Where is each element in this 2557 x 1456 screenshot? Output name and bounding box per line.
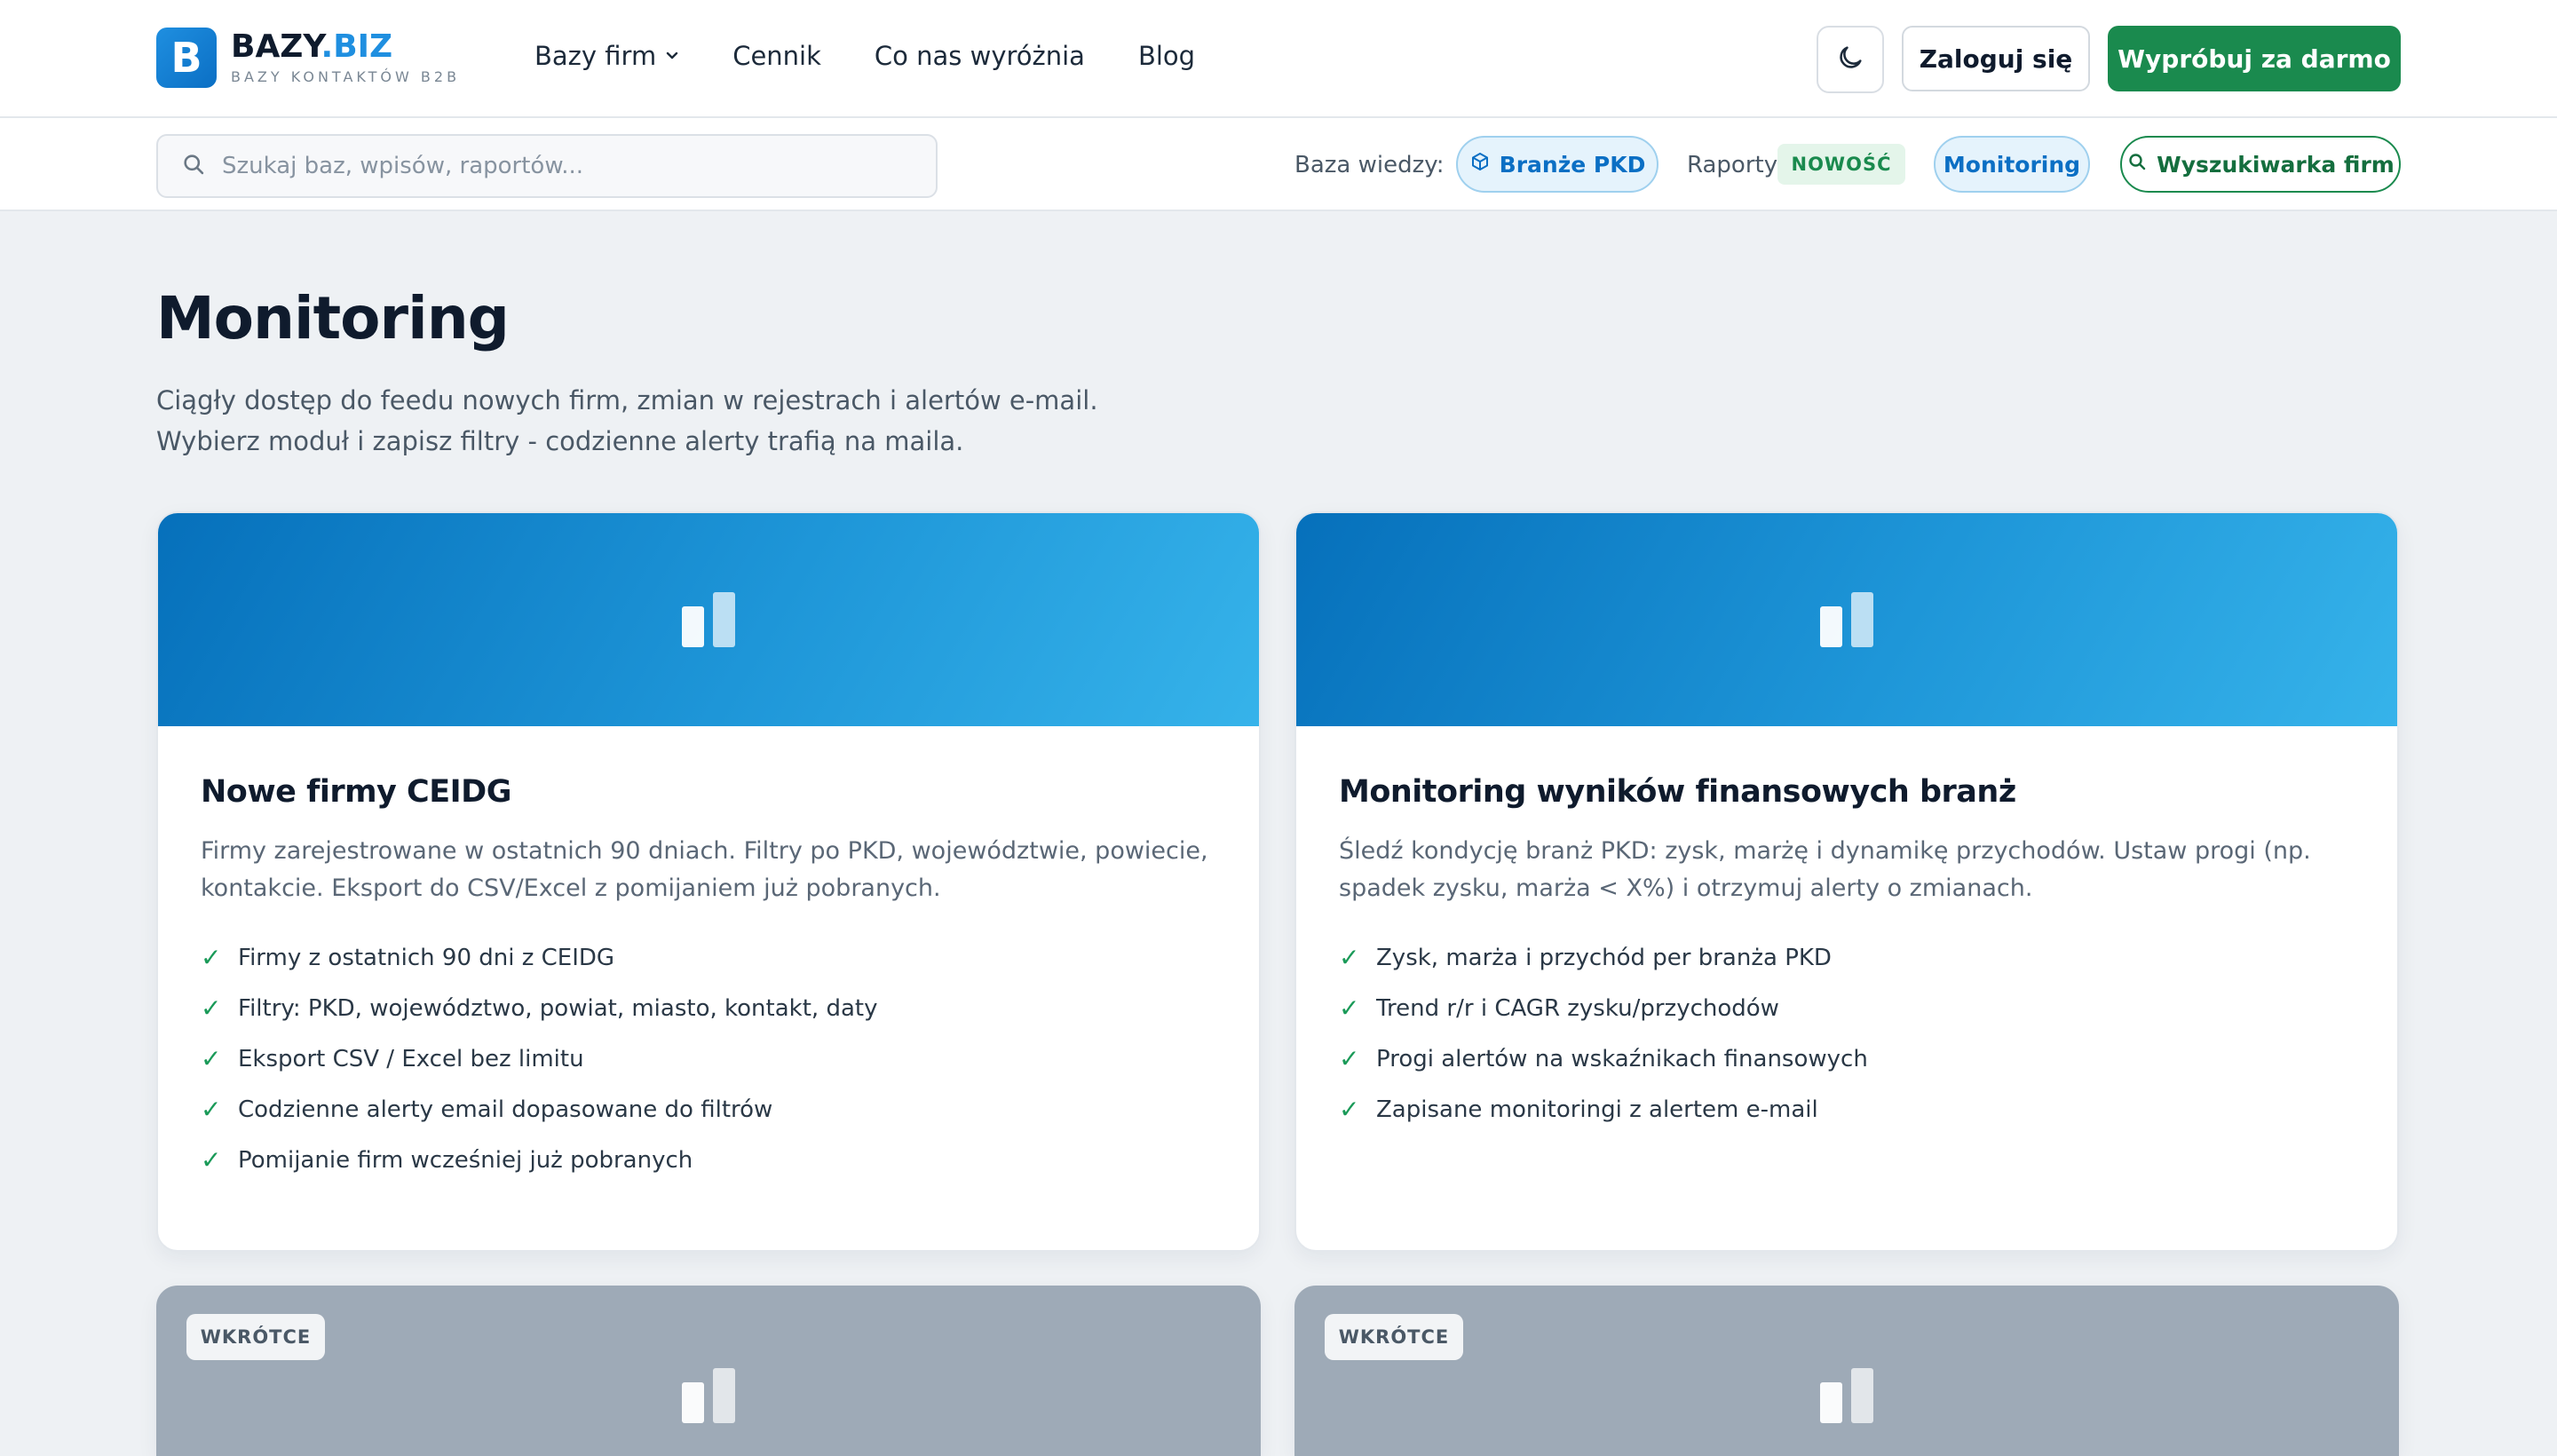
card-body: Monitoring wyników finansowych branż Śle… bbox=[1296, 726, 2397, 1177]
module-card-ceidg[interactable]: Nowe firmy CEIDG Firmy zarejestrowane w … bbox=[156, 511, 1261, 1252]
nav-blog[interactable]: Blog bbox=[1138, 41, 1195, 71]
logo-name-accent: .BIZ bbox=[321, 28, 393, 65]
coming-soon-badge: WKRÓTCE bbox=[1325, 1314, 1463, 1360]
feature-text: Firmy z ostatnich 90 dni z CEIDG bbox=[238, 944, 615, 971]
feature-item: ✓ Eksport CSV / Excel bez limitu bbox=[201, 1033, 1216, 1084]
feature-list: ✓ Zysk, marża i przychód per branża PKD ✓… bbox=[1339, 932, 2355, 1135]
feature-text: Trend r/r i CAGR zysku/przychodów bbox=[1376, 994, 1779, 1022]
logo-text: BAZY.BIZ BAZY KONTAKTÓW B2B bbox=[231, 31, 460, 84]
company-finder-label: Wyszukiwarka firm bbox=[2157, 151, 2395, 178]
top-navbar: B BAZY.BIZ BAZY KONTAKTÓW B2B Bazy firm … bbox=[0, 0, 2557, 118]
feature-list: ✓ Firmy z ostatnich 90 dni z CEIDG ✓ Filtr… bbox=[201, 932, 1216, 1185]
feature-text: Pomijanie firm wcześniej już pobranych bbox=[238, 1146, 693, 1174]
feature-item: ✓ Pomijanie firm wcześniej już pobranych bbox=[201, 1135, 1216, 1185]
card-banner bbox=[1296, 513, 2397, 726]
check-icon: ✓ bbox=[1339, 943, 1360, 972]
bar-chart-icon bbox=[682, 592, 735, 647]
search-input[interactable] bbox=[222, 153, 932, 179]
new-badge: NOWOŚĆ bbox=[1777, 144, 1905, 185]
nav-bazy-firm-label: Bazy firm bbox=[534, 41, 657, 71]
page-title: Monitoring bbox=[156, 284, 510, 352]
coming-soon-badge: WKRÓTCE bbox=[186, 1314, 325, 1360]
bar-chart-icon bbox=[1820, 1368, 1873, 1423]
pkd-industries-label: Branże PKD bbox=[1499, 151, 1646, 178]
check-icon: ✓ bbox=[1339, 1044, 1360, 1073]
check-icon: ✓ bbox=[1339, 993, 1360, 1023]
feature-text: Filtry: PKD, województwo, powiat, miasto… bbox=[238, 994, 878, 1022]
feature-text: Zysk, marża i przychód per branża PKD bbox=[1376, 944, 1832, 971]
feature-item: ✓ Zysk, marża i przychód per branża PKD bbox=[1339, 932, 2355, 983]
logo-mark: B bbox=[156, 28, 217, 88]
knowledge-bar: Baza wiedzy: Branże PKD Raporty NOWOŚĆ M… bbox=[0, 118, 2557, 211]
login-button[interactable]: Zaloguj się bbox=[1902, 26, 2090, 91]
card-banner: WKRÓTCE bbox=[158, 1287, 1259, 1454]
logo-name-main: BAZY bbox=[231, 28, 321, 65]
feature-item: ✓ Zapisane monitoringi z alertem e-mail bbox=[1339, 1084, 2355, 1135]
logo[interactable]: B BAZY.BIZ BAZY KONTAKTÓW B2B bbox=[156, 28, 460, 88]
monitoring-pill[interactable]: Monitoring bbox=[1934, 136, 2090, 193]
search-icon bbox=[181, 152, 206, 180]
nav-bazy-firm[interactable]: Bazy firm bbox=[534, 41, 679, 71]
check-icon: ✓ bbox=[201, 943, 222, 972]
theme-toggle-button[interactable] bbox=[1817, 26, 1884, 93]
card-title: Nowe firmy CEIDG bbox=[201, 774, 511, 810]
module-card-coming-soon: WKRÓTCE bbox=[1294, 1286, 2399, 1456]
reports-link[interactable]: Raporty bbox=[1687, 152, 1777, 178]
feature-text: Codzienne alerty email dopasowane do fil… bbox=[238, 1096, 773, 1123]
company-finder-button[interactable]: Wyszukiwarka firm bbox=[2120, 136, 2401, 193]
card-description: Firmy zarejestrowane w ostatnich 90 dnia… bbox=[201, 837, 1208, 902]
logo-name: BAZY.BIZ bbox=[231, 31, 460, 63]
cube-icon bbox=[1469, 151, 1491, 178]
page-description: Ciągły dostęp do feedu nowych firm, zmia… bbox=[156, 385, 1098, 456]
feature-text: Zapisane monitoringi z alertem e-mail bbox=[1376, 1096, 1818, 1123]
nav-cennik[interactable]: Cennik bbox=[732, 41, 821, 71]
bar-chart-icon bbox=[1820, 592, 1873, 647]
check-icon: ✓ bbox=[201, 1044, 222, 1073]
card-title: Monitoring wyników finansowych branż bbox=[1339, 774, 2016, 810]
free-trial-button[interactable]: Wypróbuj za darmo bbox=[2108, 26, 2401, 91]
moon-icon bbox=[1835, 43, 1865, 76]
chevron-down-icon bbox=[665, 47, 679, 66]
feature-text: Eksport CSV / Excel bez limitu bbox=[238, 1045, 584, 1072]
logo-tagline: BAZY KONTAKTÓW B2B bbox=[231, 68, 461, 85]
card-banner: WKRÓTCE bbox=[1296, 1287, 2397, 1454]
module-card-coming-soon: WKRÓTCE bbox=[156, 1286, 1261, 1456]
feature-item: ✓ Progi alertów na wskaźnikach finansowyc… bbox=[1339, 1033, 2355, 1084]
card-banner bbox=[158, 513, 1259, 726]
knowledge-base-label: Baza wiedzy: bbox=[1294, 152, 1445, 178]
feature-item: ✓ Filtry: PKD, województwo, powiat, miast… bbox=[201, 983, 1216, 1033]
main-nav: Bazy firm Cennik Co nas wyróżnia Blog bbox=[534, 41, 1248, 71]
pkd-industries-pill[interactable]: Branże PKD bbox=[1456, 136, 1658, 193]
check-icon: ✓ bbox=[201, 993, 222, 1023]
nav-co-nas-wyroznia[interactable]: Co nas wyróżnia bbox=[875, 41, 1085, 71]
card-body: Nowe firmy CEIDG Firmy zarejestrowane w … bbox=[158, 726, 1259, 1228]
feature-item: ✓ Codzienne alerty email dopasowane do fi… bbox=[201, 1084, 1216, 1135]
search-icon bbox=[2126, 151, 2148, 178]
bar-chart-icon bbox=[682, 1368, 735, 1423]
check-icon: ✓ bbox=[201, 1095, 222, 1124]
card-description: Śledź kondycję branż PKD: zysk, marżę i … bbox=[1339, 837, 2311, 902]
check-icon: ✓ bbox=[201, 1145, 222, 1175]
feature-item: ✓ Trend r/r i CAGR zysku/przychodów bbox=[1339, 983, 2355, 1033]
check-icon: ✓ bbox=[1339, 1095, 1360, 1124]
feature-text: Progi alertów na wskaźnikach finansowych bbox=[1376, 1045, 1868, 1072]
feature-item: ✓ Firmy z ostatnich 90 dni z CEIDG bbox=[201, 932, 1216, 983]
search-box[interactable] bbox=[156, 134, 938, 198]
module-card-finance[interactable]: Monitoring wyników finansowych branż Śle… bbox=[1294, 511, 2399, 1252]
